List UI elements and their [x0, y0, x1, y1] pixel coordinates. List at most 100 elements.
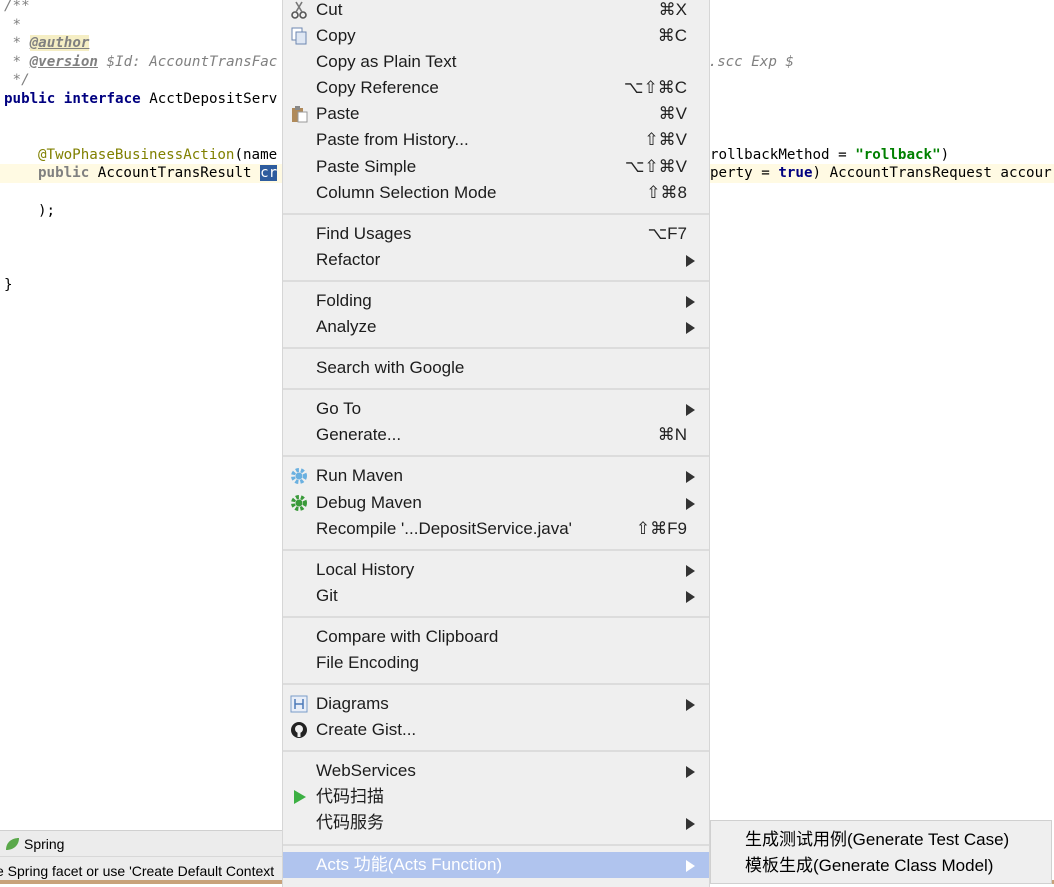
menu-item-label: File Encoding: [316, 652, 420, 672]
code-line: *: [4, 17, 22, 33]
menu-item-label: Diagrams: [316, 694, 389, 714]
menu-item-shortcut: ⌘X: [658, 0, 687, 19]
menu-item-go-to[interactable]: Go To: [283, 396, 709, 422]
menu-item-run-maven[interactable]: Run Maven: [283, 463, 709, 489]
menu-item-label: Folding: [316, 290, 372, 310]
menu-item-acts-acts-function[interactable]: Acts 功能(Acts Function): [283, 851, 709, 878]
menu-separator: [283, 381, 709, 396]
code-line: public interface AcctDepositServ: [4, 90, 277, 109]
menu-item-label: Debug Maven: [316, 492, 422, 512]
menu-item-label: 生成测试用例(Generate Test Case): [745, 830, 1010, 849]
menu-item-copy-reference[interactable]: Copy Reference ⌥⇧⌘C: [283, 75, 709, 101]
submenu-arrow-icon: [686, 254, 695, 267]
menu-item-generate[interactable]: Generate... ⌘N: [283, 422, 709, 448]
menu-item-label: 代码服务: [316, 813, 384, 833]
menu-item-label: Copy Reference: [316, 78, 439, 98]
menu-item-create-gist[interactable]: Create Gist...: [283, 717, 709, 743]
string-literal: "rollback": [855, 147, 941, 163]
diagram-icon: [290, 695, 308, 713]
javadoc-tag: @author: [29, 35, 90, 51]
submenu-item-generate-class-model[interactable]: 模板生成(Generate Class Model): [711, 853, 1051, 879]
copy-icon: [290, 27, 308, 45]
menu-item-label: Create Gist...: [316, 720, 417, 740]
comment-star: *: [4, 35, 30, 51]
menu-item-shortcut: ⇧⌘V: [644, 130, 687, 150]
keyword: true: [778, 165, 813, 181]
menu-item-file-encoding[interactable]: File Encoding: [283, 650, 709, 676]
submenu-arrow-icon: [686, 590, 695, 603]
code-text: ): [940, 147, 950, 163]
menu-separator: [283, 340, 709, 355]
menu-item-paste-simple[interactable]: Paste Simple ⌥⇧⌘V: [283, 154, 709, 180]
menu-separator: [283, 448, 709, 463]
menu-item-shortcut: ⌥⇧⌘C: [623, 78, 687, 98]
submenu-item-generate-test-case[interactable]: 生成测试用例(Generate Test Case): [711, 827, 1051, 853]
menu-item-label: Acts 功能(Acts Function): [316, 854, 503, 874]
menu-item-recompile-depositservice-java[interactable]: Recompile '...DepositService.java' ⇧⌘F9: [283, 516, 709, 542]
menu-item-debug-maven[interactable]: Debug Maven: [283, 490, 709, 516]
menu-item-label: Copy: [316, 26, 356, 46]
menu-item-search-with-google[interactable]: Search with Google: [283, 355, 709, 381]
menu-item-paste[interactable]: Paste ⌘V: [283, 101, 709, 127]
menu-item-copy[interactable]: Copy ⌘C: [283, 23, 709, 49]
menu-item-label: Paste Simple: [316, 156, 417, 176]
code-line: @TwoPhaseBusinessAction(name: [38, 146, 277, 165]
code-line: );: [38, 203, 56, 219]
javadoc-tag: @version: [29, 54, 98, 70]
menu-item-refactor[interactable]: Refactor: [283, 247, 709, 273]
menu-item-label: 代码扫描: [316, 787, 384, 807]
github-icon: [290, 721, 308, 739]
code-fragment: perty = true) AccountTransRequest accour: [710, 164, 1052, 183]
menu-item-find-usages[interactable]: Find Usages ⌥F7: [283, 221, 709, 247]
comment-text: $Id: AccountTransFac: [97, 54, 278, 70]
menu-item-label: Cut: [316, 0, 343, 19]
code-text: AccountTransResult: [89, 165, 261, 181]
context-menu: Cut ⌘X Copy ⌘C Copy as Plain Text Copy Refere…: [282, 0, 710, 887]
menu-item-label: Git: [316, 585, 338, 605]
submenu-arrow-icon: [686, 699, 695, 712]
menu-item-label: Local History: [316, 559, 415, 579]
menu-item-[interactable]: 代码服务: [283, 810, 709, 836]
comment-star: *: [4, 54, 30, 70]
menu-item-analyze[interactable]: Analyze: [283, 314, 709, 340]
identifier: AcctDepositServ: [140, 91, 278, 107]
menu-item-cut[interactable]: Cut ⌘X: [283, 0, 709, 23]
spring-tool-tab[interactable]: Spring: [0, 830, 282, 856]
menu-item-paste-from-history[interactable]: Paste from History... ⇧⌘V: [283, 127, 709, 153]
code-text: perty =: [710, 165, 779, 181]
menu-item-copy-as-plain-text[interactable]: Copy as Plain Text: [283, 49, 709, 75]
code-text: ) AccountTransRequest accour: [812, 165, 1052, 181]
annotation: @TwoPhaseBusinessAction: [38, 147, 235, 163]
code-line: */: [4, 72, 30, 88]
menu-item-label: Paste from History...: [316, 130, 469, 150]
menu-separator: [283, 743, 709, 758]
menu-separator: [283, 273, 709, 288]
code-line: * @author: [4, 34, 90, 53]
menu-item-folding[interactable]: Folding: [283, 288, 709, 314]
menu-separator: [283, 542, 709, 557]
menu-item-column-selection-mode[interactable]: Column Selection Mode ⇧⌘8: [283, 180, 709, 206]
menu-item-label: Run Maven: [316, 466, 403, 486]
menu-separator: [283, 676, 709, 691]
menu-item-label: Column Selection Mode: [316, 182, 497, 202]
menu-item-label: 模板生成(Generate Class Model): [745, 856, 994, 876]
submenu-arrow-icon: [686, 766, 695, 779]
menu-item-label: Generate...: [316, 425, 402, 445]
menu-item-webservices[interactable]: WebServices: [283, 758, 709, 784]
menu-item-local-history[interactable]: Local History: [283, 557, 709, 583]
menu-item-label: Compare with Clipboard: [316, 626, 499, 646]
menu-item-git[interactable]: Git: [283, 583, 709, 609]
menu-separator: [283, 609, 709, 624]
spring-leaf-icon: [6, 837, 19, 850]
menu-item-label: WebServices: [316, 761, 416, 781]
gear-debug-icon: [290, 494, 308, 512]
menu-item-[interactable]: 代码扫描: [283, 784, 709, 810]
selected-text: cr: [260, 165, 278, 181]
menu-item-diagrams[interactable]: Diagrams: [283, 691, 709, 717]
menu-item-label: Refactor: [316, 249, 381, 269]
menu-item-compare-with-clipboard[interactable]: Compare with Clipboard: [283, 624, 709, 650]
submenu-arrow-icon: [686, 859, 695, 872]
submenu-arrow-icon: [686, 322, 695, 335]
acts-submenu: 生成测试用例(Generate Test Case) 模板生成(Generate …: [710, 820, 1052, 884]
keyword: public: [4, 91, 56, 107]
